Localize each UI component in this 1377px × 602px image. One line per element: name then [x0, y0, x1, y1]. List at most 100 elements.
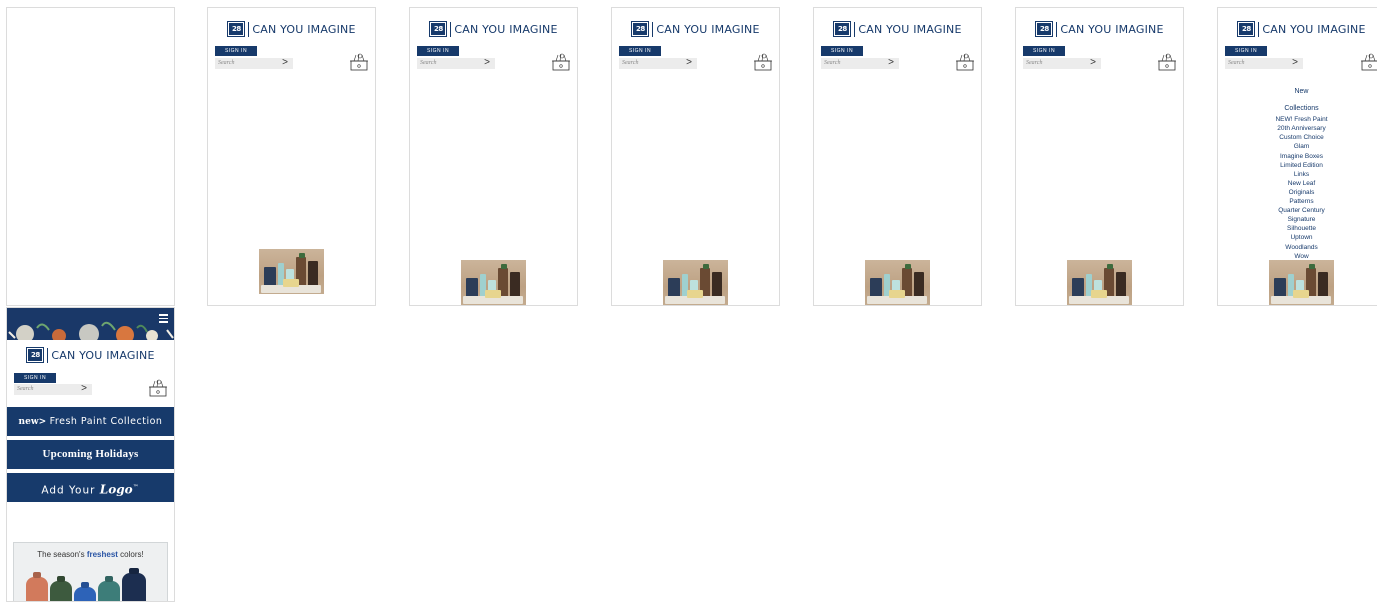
hamburger-icon[interactable] — [159, 314, 168, 325]
sign-in-button[interactable]: SIGN IN — [14, 373, 56, 383]
logo-text: CAN YOU IMAGINE — [252, 22, 356, 36]
promo-add-logo[interactable]: Add Your Logo™ — [7, 473, 174, 502]
product-image[interactable] — [1269, 260, 1334, 305]
site-logo[interactable]: 28 CAN YOU IMAGINE — [7, 347, 174, 363]
logo-badge: 28 — [1237, 21, 1256, 37]
basket-icon[interactable] — [148, 378, 168, 398]
phone-frame: 28 CAN YOU IMAGINE SIGN IN Search > — [611, 7, 780, 306]
phone-frame: 28 CAN YOU IMAGINE SIGN IN Search > — [207, 7, 376, 306]
menu-item[interactable]: New Leaf — [1218, 179, 1377, 188]
basket-icon[interactable] — [551, 52, 571, 72]
basket-icon[interactable] — [349, 52, 369, 72]
logo-badge: 28 — [1035, 21, 1054, 37]
menu-item[interactable]: Custom Choice — [1218, 133, 1377, 142]
menu-item[interactable]: NEW! Fresh Paint — [1218, 115, 1377, 124]
search-input[interactable]: Search > — [14, 383, 92, 395]
site-logo[interactable]: 28 CAN YOU IMAGINE — [612, 21, 779, 37]
phone-frame-menu-open: 28 CAN YOU IMAGINE SIGN IN Search > New Collec… — [1217, 7, 1377, 306]
logo-text: CAN YOU IMAGINE — [858, 22, 962, 36]
sign-in-button[interactable]: SIGN IN — [821, 46, 863, 56]
search-arrow-icon[interactable]: > — [484, 57, 490, 69]
search-arrow-icon[interactable]: > — [888, 57, 894, 69]
search-arrow-icon[interactable]: > — [1292, 57, 1298, 69]
bottle-image — [26, 577, 48, 601]
menu-new[interactable]: New — [1218, 87, 1377, 96]
promo-upcoming-holidays[interactable]: Upcoming Holidays — [7, 440, 174, 469]
search-arrow-icon[interactable]: > — [686, 57, 692, 69]
search-placeholder: Search — [420, 60, 437, 66]
menu-item[interactable]: Links — [1218, 170, 1377, 179]
basket-icon[interactable] — [955, 52, 975, 72]
logo-badge: 28 — [429, 21, 448, 37]
logo-text: CAN YOU IMAGINE — [1060, 22, 1164, 36]
fresh-colors-ad[interactable]: The season's freshest colors! — [13, 542, 168, 601]
basket-icon[interactable] — [753, 52, 773, 72]
decorative-banner — [7, 308, 174, 340]
logo-text: CAN YOU IMAGINE — [1262, 22, 1366, 36]
site-logo[interactable]: 28 CAN YOU IMAGINE — [1218, 21, 1377, 37]
search-arrow-icon[interactable]: > — [1090, 57, 1096, 69]
search-placeholder: Search — [17, 386, 34, 392]
logo-text: CAN YOU IMAGINE — [656, 22, 760, 36]
menu-item[interactable]: Originals — [1218, 188, 1377, 197]
promo-logo-prefix: Add Your — [41, 484, 100, 497]
product-image[interactable] — [865, 260, 930, 305]
menu-collections[interactable]: Collections — [1218, 104, 1377, 113]
search-input[interactable]: Search > — [821, 57, 899, 69]
promo-fresh-text: Fresh Paint Collection — [46, 416, 163, 427]
sign-in-button[interactable]: SIGN IN — [1225, 46, 1267, 56]
search-input[interactable]: Search > — [417, 57, 495, 69]
blank-frame — [6, 7, 175, 306]
search-arrow-icon[interactable]: > — [81, 383, 87, 395]
sign-in-button[interactable]: SIGN IN — [1023, 46, 1065, 56]
site-logo[interactable]: 28 CAN YOU IMAGINE — [208, 21, 375, 37]
search-input[interactable]: Search > — [1023, 57, 1101, 69]
sign-in-button[interactable]: SIGN IN — [417, 46, 459, 56]
logo-badge: 28 — [26, 347, 45, 363]
product-image[interactable] — [259, 249, 324, 294]
logo-separator — [248, 21, 250, 37]
menu-item[interactable]: Signature — [1218, 215, 1377, 224]
site-logo[interactable]: 28 CAN YOU IMAGINE — [1016, 21, 1183, 37]
logo-separator — [47, 347, 49, 363]
product-image[interactable] — [663, 260, 728, 305]
menu-item[interactable]: Limited Edition — [1218, 161, 1377, 170]
logo-badge: 28 — [631, 21, 650, 37]
product-image[interactable] — [1067, 260, 1132, 305]
logo-separator — [652, 21, 654, 37]
menu-item[interactable]: Quarter Century — [1218, 206, 1377, 215]
sign-in-button[interactable]: SIGN IN — [215, 46, 257, 56]
site-logo[interactable]: 28 CAN YOU IMAGINE — [814, 21, 981, 37]
search-placeholder: Search — [218, 60, 235, 66]
menu-item[interactable]: Imagine Boxes — [1218, 152, 1377, 161]
basket-icon[interactable] — [1157, 52, 1177, 72]
floral-pattern — [8, 321, 174, 340]
product-image[interactable] — [461, 260, 526, 305]
bottle-image — [122, 573, 146, 601]
mobile-homepage: 28 CAN YOU IMAGINE SIGN IN Search > new>… — [6, 307, 175, 602]
basket-icon[interactable] — [1360, 52, 1377, 72]
menu-item[interactable]: Glam — [1218, 142, 1377, 151]
menu-item[interactable]: Woodlands — [1218, 243, 1377, 252]
site-logo[interactable]: 28 CAN YOU IMAGINE — [410, 21, 577, 37]
logo-text: CAN YOU IMAGINE — [454, 22, 558, 36]
logo-text: CAN YOU IMAGINE — [51, 348, 155, 362]
menu-item[interactable]: Silhouette — [1218, 224, 1377, 233]
search-input[interactable]: Search > — [619, 57, 697, 69]
search-placeholder: Search — [622, 60, 639, 66]
phone-frame: 28 CAN YOU IMAGINE SIGN IN Search > — [1015, 7, 1184, 306]
menu-item[interactable]: Uptown — [1218, 233, 1377, 242]
search-input[interactable]: Search > — [215, 57, 293, 69]
promo-fresh-paint[interactable]: new> Fresh Paint Collection — [7, 407, 174, 436]
search-arrow-icon[interactable]: > — [282, 57, 288, 69]
nav-menu: New Collections NEW! Fresh Paint 20th Anniv… — [1218, 87, 1377, 261]
search-placeholder: Search — [824, 60, 841, 66]
ad-headline: The season's freshest colors! — [37, 550, 144, 559]
sign-in-button[interactable]: SIGN IN — [619, 46, 661, 56]
menu-item[interactable]: 20th Anniversary — [1218, 124, 1377, 133]
bottle-image — [74, 587, 96, 601]
search-input[interactable]: Search > — [1225, 57, 1303, 69]
logo-separator — [450, 21, 452, 37]
menu-item[interactable]: Patterns — [1218, 197, 1377, 206]
bottle-image — [98, 581, 120, 601]
